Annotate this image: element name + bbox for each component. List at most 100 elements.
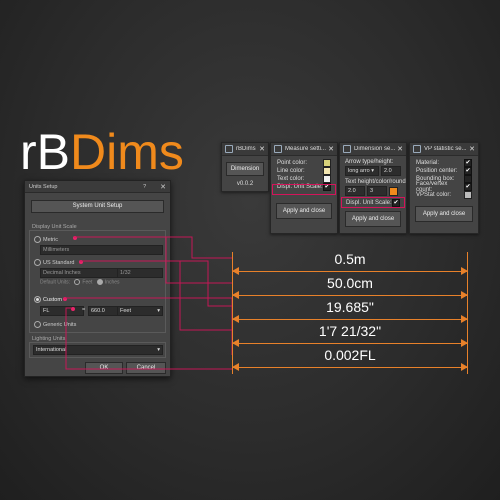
point-color-row: Point color: — [271, 159, 337, 167]
text-round-value: 3 — [370, 188, 374, 194]
lighting-value: International — [36, 347, 67, 353]
rbdims-logo: rBDims — [20, 122, 184, 182]
custom-name-value: FL — [43, 308, 50, 314]
chevron-down-icon: ▾ — [157, 347, 160, 353]
cancel-button[interactable]: Cancel — [126, 362, 166, 374]
close-icon[interactable]: ✕ — [397, 145, 403, 153]
dimension-settings-panel: Dimension se... ✕ Arrow type/height: long… — [339, 142, 407, 234]
panel-title: rBDims — [236, 146, 256, 152]
text-height-field[interactable]: 2.0 — [345, 186, 365, 196]
equals-sign: = — [82, 307, 86, 313]
window-icon — [413, 145, 421, 153]
bounding-box-checkbox[interactable] — [464, 175, 472, 183]
radio-circle — [34, 321, 41, 328]
arrow-type-value: long arro — [348, 168, 370, 174]
arrow-type-select[interactable]: long arro ▾ — [345, 166, 379, 176]
custom-unit-select[interactable]: Feet ▾ — [117, 306, 163, 316]
vp-statistic-panel: VP statistic se... ✕ Material: ✔ Position … — [409, 142, 479, 234]
close-icon[interactable]: ✕ — [160, 183, 166, 191]
row-label: Line color: — [277, 168, 305, 174]
custom-unit-value: Feet — [120, 308, 132, 314]
dimension-label: 50.0cm — [327, 275, 373, 291]
ok-button[interactable]: OK — [85, 362, 123, 374]
arrow-right-icon — [461, 291, 468, 299]
radio-label: Metric — [43, 236, 58, 243]
apply-close-button[interactable]: Apply and close — [415, 206, 473, 222]
arrow-left-icon — [232, 291, 239, 299]
fl-marker — [71, 307, 75, 311]
apply-close-button[interactable]: Apply and close — [276, 203, 332, 219]
line-color-swatch[interactable] — [323, 167, 331, 175]
dimension-button[interactable]: Dimension — [226, 162, 264, 176]
text-color-row: Text color: — [271, 175, 337, 183]
version-label: v0.0.2 — [236, 181, 254, 187]
custom-radio[interactable]: Custom — [34, 296, 62, 303]
units-setup-dialog: Units Setup ? ✕ System Unit Setup Displa… — [24, 180, 171, 377]
close-icon[interactable]: ✕ — [469, 145, 475, 153]
close-icon[interactable]: ✕ — [259, 145, 265, 153]
us-value: Decimal Inches — [43, 270, 81, 276]
row-label: Point color: — [277, 160, 308, 166]
generic-units-radio[interactable]: Generic Units — [34, 321, 76, 328]
text-round-field[interactable]: 3 — [367, 186, 387, 196]
highlight-box — [272, 184, 336, 195]
radio-circle — [34, 236, 41, 243]
radio-label: Custom — [43, 296, 62, 303]
text-color-swatch[interactable] — [323, 175, 331, 183]
face-vertex-row: Face/vertex count: ✔ — [410, 181, 478, 193]
panel-titlebar: Dimension se... ✕ — [340, 143, 406, 156]
dialog-title: Units Setup — [29, 183, 58, 190]
feet-radio[interactable] — [74, 279, 81, 285]
dialog-titlebar: Units Setup ? ✕ — [25, 181, 170, 193]
dimension-label: 1'7 21/32" — [318, 323, 382, 339]
fraction-value: 1/32 — [120, 270, 131, 276]
metric-radio[interactable]: Metric — [34, 236, 58, 243]
custom-name-field[interactable]: FL — [40, 306, 84, 316]
line-color-row: Line color: — [271, 167, 337, 175]
panel-title: Dimension se... — [354, 146, 396, 152]
arrow-left-icon — [232, 363, 239, 371]
row-label: Material: — [416, 160, 440, 166]
lighting-units-select[interactable]: International ▾ — [33, 345, 163, 355]
us-standard-marker — [79, 260, 83, 264]
dimension-line: 0.002FL — [232, 347, 468, 372]
panel-title: VP statistic se... — [424, 146, 467, 152]
vpstat-color-row: VPStat color: — [410, 191, 478, 199]
custom-value-field[interactable]: 660.0 — [88, 306, 119, 316]
position-center-checkbox[interactable]: ✔ — [464, 167, 472, 175]
position-center-row: Position center: ✔ — [410, 167, 478, 175]
metric-select[interactable]: Millimeters — [40, 245, 163, 255]
face-vertex-checkbox[interactable]: ✔ — [464, 183, 472, 191]
us-standard-select[interactable]: Decimal Inches — [40, 268, 118, 278]
radio-circle-selected — [34, 296, 41, 303]
logo-part-dims: Dims — [70, 124, 184, 180]
material-row: Material: ✔ — [410, 159, 478, 167]
highlight-box — [341, 197, 405, 208]
help-icon[interactable]: ? — [143, 184, 146, 190]
arrow-height-value: 2.0 — [384, 168, 392, 174]
arrow-right-icon — [461, 315, 468, 323]
close-icon[interactable]: ✕ — [328, 145, 334, 153]
text-color-swatch[interactable] — [389, 186, 398, 196]
arrow-label: Arrow type/height: — [345, 159, 394, 165]
panel-titlebar: rBDims ✕ — [222, 143, 268, 156]
arrow-height-field[interactable]: 2.0 — [381, 166, 401, 176]
dimension-label: 19.685" — [326, 299, 374, 315]
window-icon — [274, 145, 282, 153]
apply-close-button[interactable]: Apply and close — [345, 211, 401, 227]
vpstat-color-swatch[interactable] — [464, 191, 472, 199]
point-color-swatch[interactable] — [323, 159, 331, 167]
logo-part-rb: rB — [20, 124, 70, 180]
custom-marker — [63, 297, 67, 301]
inches-radio[interactable] — [96, 279, 103, 285]
dimension-stroke — [232, 367, 468, 368]
material-checkbox[interactable]: ✔ — [464, 159, 472, 167]
dimension-stroke — [232, 295, 468, 296]
arrow-left-icon — [232, 315, 239, 323]
system-unit-setup-button[interactable]: System Unit Setup — [31, 200, 164, 213]
us-standard-radio[interactable]: US Standard — [34, 259, 75, 266]
fraction-select[interactable]: 1/32 — [117, 268, 163, 278]
dimension-stroke — [232, 343, 468, 344]
arrow-left-icon — [232, 339, 239, 347]
rbdims-panel: rBDims ✕ Dimension v0.0.2 — [221, 142, 269, 192]
